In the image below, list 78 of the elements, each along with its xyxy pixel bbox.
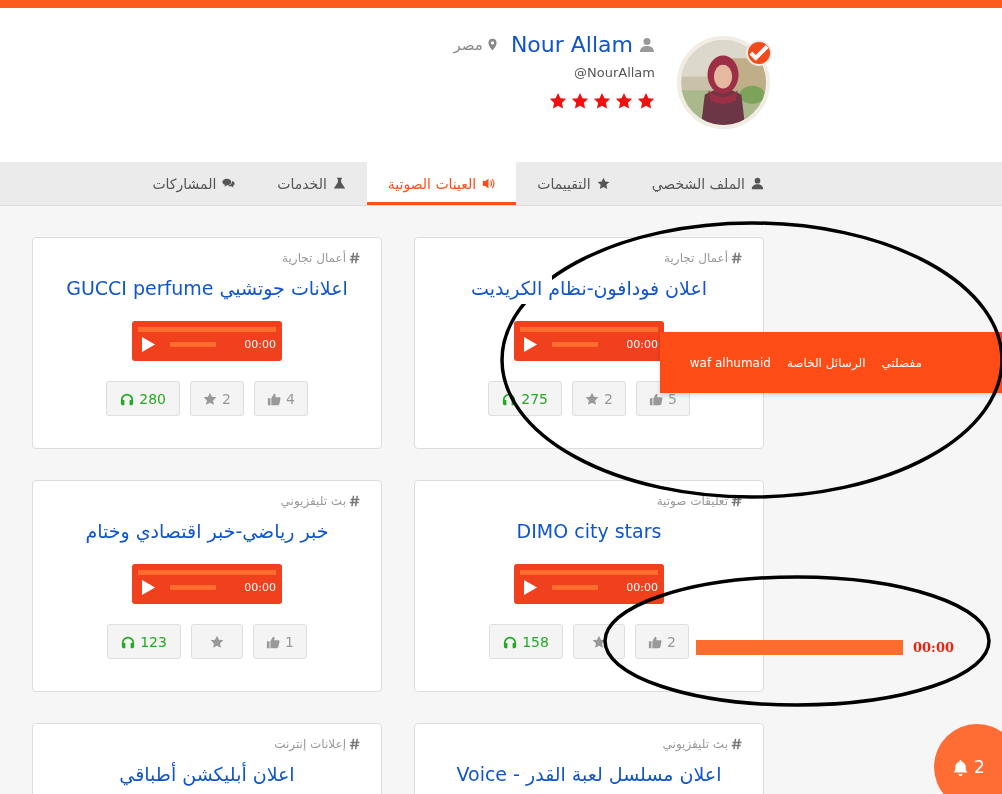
favorite-button[interactable] xyxy=(572,624,625,659)
audio-player[interactable]: 00:00 xyxy=(132,321,282,361)
time-label: 00:00 xyxy=(626,581,658,594)
hash-icon xyxy=(731,738,743,750)
favorite-button[interactable]: 2 xyxy=(571,381,626,416)
category-label[interactable]: بث تليفزيوني xyxy=(662,737,728,751)
sample-title[interactable]: اعلانات جوتشيي GUCCI perfume xyxy=(53,277,361,299)
play-icon[interactable] xyxy=(523,579,538,596)
profile-name[interactable]: Nour Allam xyxy=(510,32,633,57)
sample-title[interactable]: خبر رياضي-خبر اقتصادي وختام xyxy=(53,520,361,542)
menu-item[interactable]: الرسائل الخاصة xyxy=(786,355,866,370)
thumbs-up-icon xyxy=(647,634,662,649)
tab[interactable]: الخدمات xyxy=(256,162,367,205)
time-label: 00:00 xyxy=(913,640,954,655)
thumbs-up-icon xyxy=(265,634,280,649)
audio-player[interactable]: 00:00 xyxy=(514,564,664,604)
country-label: مصر xyxy=(453,35,483,54)
rating-star xyxy=(615,92,633,110)
star-icon xyxy=(202,391,217,406)
rating-star xyxy=(549,92,567,110)
audio-player[interactable]: 00:00 xyxy=(514,321,664,361)
headphones-icon xyxy=(503,634,518,649)
notification-button[interactable]: 2 xyxy=(934,724,1002,794)
like-button[interactable]: 1 xyxy=(252,624,307,659)
hash-icon xyxy=(349,495,361,507)
bell-icon xyxy=(952,758,969,776)
star-icon xyxy=(596,177,610,190)
category-label[interactable]: أعمال تجارية xyxy=(282,251,346,265)
star-icon xyxy=(209,634,224,649)
username-handle: @NourAllam xyxy=(574,65,655,80)
sample-title[interactable]: اعلان مسلسل لعبة القدر - Voice xyxy=(435,763,743,785)
category-label[interactable]: إعلانات إنترنت xyxy=(274,737,346,751)
user-icon xyxy=(751,177,764,190)
user-icon xyxy=(639,36,655,53)
headphones-icon xyxy=(502,391,517,406)
headphones-icon xyxy=(120,391,135,406)
category-label[interactable]: تعليقات صوتية xyxy=(656,494,728,508)
flask-icon xyxy=(332,177,346,190)
like-button[interactable]: 4 xyxy=(253,381,308,416)
category-label[interactable]: أعمال تجارية xyxy=(664,251,728,265)
time-label: 00:00 xyxy=(244,338,276,351)
listens-button[interactable]: 123 xyxy=(107,624,181,659)
sample-title[interactable]: اعلان أبليكشن أطباقي xyxy=(53,763,361,785)
thumbs-up-icon xyxy=(648,391,663,406)
rating-star xyxy=(571,92,589,110)
menu-item[interactable]: waf alhumaid xyxy=(689,355,771,370)
menu-item[interactable]: مفضلتي xyxy=(881,355,922,370)
category-label[interactable]: بث تليفزيوني xyxy=(280,494,346,508)
sample-title[interactable]: اعلان فودافون-نظام الكريديت xyxy=(435,277,743,299)
rating-star xyxy=(593,92,611,110)
tab[interactable]: الملف الشخصي xyxy=(630,162,785,205)
hash-icon xyxy=(731,495,743,507)
favorite-button[interactable]: 2 xyxy=(189,381,244,416)
hash-icon xyxy=(349,738,361,750)
location-pin-icon xyxy=(485,38,499,51)
hash-icon xyxy=(349,252,361,264)
headphones-icon xyxy=(121,634,136,649)
rating-star xyxy=(637,92,655,110)
play-icon[interactable] xyxy=(141,579,156,596)
listens-button[interactable]: 275 xyxy=(488,381,562,416)
play-icon[interactable] xyxy=(523,336,538,353)
speaker-icon xyxy=(482,177,496,190)
like-button[interactable]: 2 xyxy=(634,624,689,659)
thumbs-up-icon xyxy=(266,391,281,406)
play-icon[interactable] xyxy=(141,336,156,353)
tab[interactable]: التقييمات xyxy=(516,162,631,205)
time-label: 00:00 xyxy=(626,338,658,351)
chat-bubbles-icon xyxy=(222,177,236,190)
star-icon xyxy=(591,634,606,649)
listens-button[interactable]: 280 xyxy=(106,381,180,416)
tab[interactable]: العينات الصوتية xyxy=(366,162,517,205)
audio-player[interactable]: 00:00 xyxy=(132,564,282,604)
sample-title[interactable]: DIMO city stars xyxy=(435,520,743,542)
hash-icon xyxy=(731,252,743,264)
listens-button[interactable]: 158 xyxy=(489,624,563,659)
star-icon xyxy=(584,391,599,406)
tab[interactable]: المشاركات xyxy=(131,162,257,205)
time-label: 00:00 xyxy=(244,581,276,594)
